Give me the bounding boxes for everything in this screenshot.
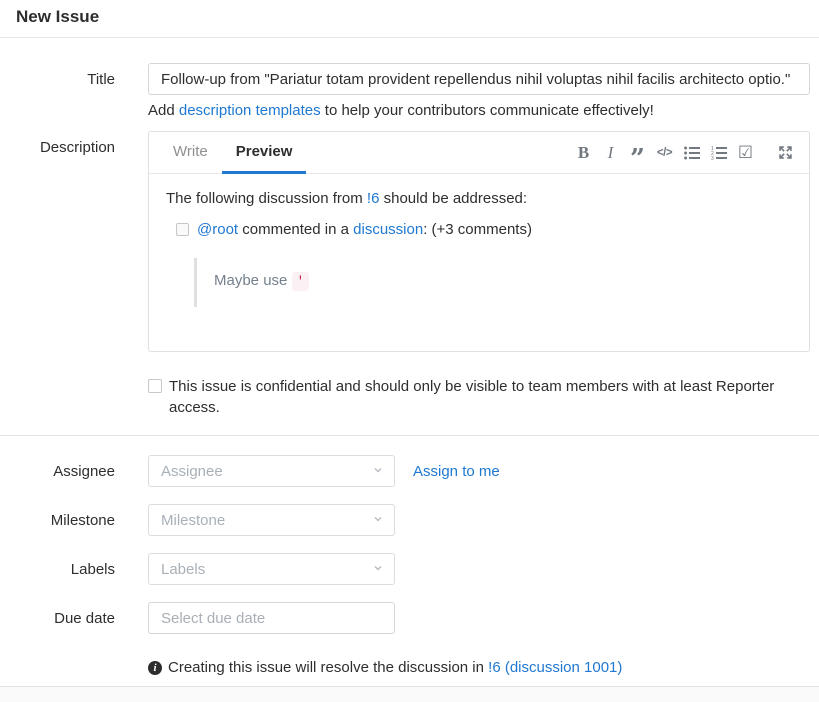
- due-date-input[interactable]: [148, 602, 395, 634]
- note-text: Creating this issue will resolve the dis…: [168, 659, 622, 676]
- task-checkbox[interactable]: [176, 223, 189, 236]
- title-helper: Add description templates to help your c…: [148, 102, 810, 119]
- bulleted-list-icon[interactable]: [678, 138, 705, 168]
- page-title: New Issue: [16, 0, 810, 37]
- due-date-label: Due date: [16, 602, 115, 634]
- helper-suffix: to help your contributors communicate ef…: [321, 102, 654, 119]
- svg-text:3: 3: [711, 156, 714, 160]
- assign-to-me-link[interactable]: Assign to me: [413, 463, 500, 480]
- tab-write[interactable]: Write: [159, 132, 222, 174]
- task-list-item: @root commented in a discussion: (+3 com…: [176, 219, 792, 241]
- helper-prefix: Add: [148, 102, 179, 119]
- assignee-label: Assignee: [16, 455, 115, 487]
- milestone-row: Milestone Milestone: [16, 504, 810, 536]
- blockquote-icon[interactable]: ”: [624, 138, 651, 168]
- markdown-preview: The following discussion from !6 should …: [149, 174, 809, 321]
- description-label: Description: [16, 131, 115, 352]
- user-link[interactable]: @root: [197, 221, 238, 238]
- title-label: Title: [16, 63, 115, 119]
- labels-dropdown[interactable]: Labels: [148, 553, 395, 585]
- inline-code: ': [292, 272, 310, 291]
- section-divider: [0, 435, 819, 436]
- task-text: @root commented in a discussion: (+3 com…: [197, 219, 532, 241]
- bold-icon[interactable]: B: [570, 138, 597, 168]
- title-row: Title Add description templates to help …: [16, 63, 810, 119]
- confidential-label: This issue is confidential and should on…: [169, 376, 808, 418]
- fullscreen-icon[interactable]: [772, 138, 799, 168]
- labels-label: Labels: [16, 553, 115, 585]
- chevron-down-icon: [372, 512, 384, 529]
- info-icon: i: [148, 661, 162, 675]
- discussion-link[interactable]: discussion: [353, 221, 423, 238]
- markdown-editor: Write Preview B I ” </>: [148, 131, 810, 352]
- chevron-down-icon: [372, 463, 384, 480]
- assignee-row: Assignee Assignee Assign to me: [16, 455, 810, 487]
- numbered-list-icon[interactable]: 1 2 3: [705, 138, 732, 168]
- merge-request-link[interactable]: !6: [367, 190, 380, 207]
- milestone-dropdown[interactable]: Milestone: [148, 504, 395, 536]
- preview-intro: The following discussion from !6 should …: [166, 188, 792, 210]
- editor-header: Write Preview B I ” </>: [149, 132, 809, 174]
- due-date-row: Due date: [16, 602, 810, 634]
- description-row: Description Write Preview B I ” </>: [16, 131, 810, 352]
- labels-row: Labels Labels: [16, 553, 810, 585]
- milestone-label: Milestone: [16, 504, 115, 536]
- italic-icon[interactable]: I: [597, 138, 624, 168]
- title-input[interactable]: [148, 63, 810, 95]
- description-templates-link[interactable]: description templates: [179, 102, 321, 119]
- quoted-comment: Maybe use ': [194, 258, 792, 308]
- confidential-row: This issue is confidential and should on…: [148, 376, 808, 418]
- new-issue-page: New Issue Title Add description template…: [0, 0, 819, 676]
- resolve-discussion-link[interactable]: !6 (discussion 1001): [488, 659, 622, 676]
- confidential-checkbox[interactable]: [148, 379, 162, 393]
- markdown-toolbar: B I ” </> 1: [570, 132, 799, 173]
- resolve-note: i Creating this issue will resolve the d…: [148, 659, 810, 676]
- form-actions-bar: [0, 686, 819, 702]
- header-divider: [0, 37, 819, 38]
- tab-preview[interactable]: Preview: [222, 132, 307, 174]
- chevron-down-icon: [372, 561, 384, 578]
- task-list-icon[interactable]: ☑: [732, 138, 759, 168]
- assignee-dropdown[interactable]: Assignee: [148, 455, 395, 487]
- code-icon[interactable]: </>: [651, 138, 678, 168]
